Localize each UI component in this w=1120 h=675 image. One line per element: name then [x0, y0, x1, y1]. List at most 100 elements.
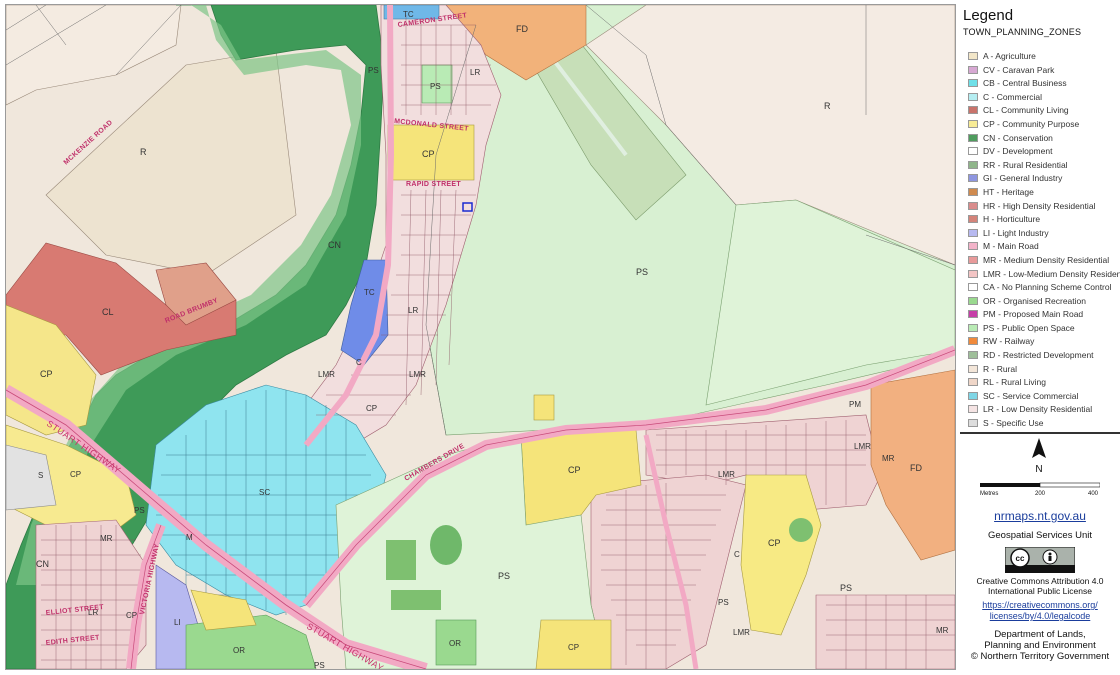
zone-label: TC — [403, 10, 414, 19]
zone-label: PS — [636, 267, 648, 277]
legend-item: A - Agriculture — [968, 50, 1120, 64]
zone-label: LMR — [318, 370, 335, 379]
legend-label: LI - Light Industry — [983, 227, 1049, 238]
legend-swatch — [968, 79, 978, 88]
north-label: N — [1035, 464, 1042, 475]
legend-item: R - Rural — [968, 363, 1120, 377]
legend-label: PS - Public Open Space — [983, 322, 1075, 333]
zone-label: CP — [568, 643, 579, 652]
zone-label: PS — [498, 571, 510, 581]
legend-label: MR - Medium Density Residential — [983, 254, 1110, 265]
legend-swatch — [968, 255, 978, 264]
legend-swatch — [968, 337, 978, 346]
zone-label: MR — [882, 454, 895, 463]
source-link[interactable]: nrmaps.nt.gov.au — [960, 509, 1120, 523]
north-arrow-icon: N — [1032, 438, 1046, 475]
legend-label: CP - Community Purpose — [983, 118, 1080, 129]
legend-label: HR - High Density Residential — [983, 200, 1096, 211]
legend-subtitle: TOWN_PLANNING_ZONES — [963, 27, 1082, 37]
license-link[interactable]: https://creativecommons.org/ licenses/by… — [960, 600, 1120, 622]
legend-swatch — [968, 405, 978, 414]
legend-label: CB - Central Business — [983, 78, 1067, 89]
legend-title: Legend — [963, 7, 1014, 24]
zone-label: C — [356, 358, 362, 367]
legend-swatch — [968, 364, 978, 373]
zone-label: MR — [936, 626, 949, 635]
legend-item: GI - General Industry — [968, 172, 1120, 186]
legend-item: CP - Community Purpose — [968, 118, 1120, 132]
legend-item: HR - High Density Residential — [968, 200, 1120, 214]
legend-swatch — [968, 283, 978, 292]
zone-label: M — [186, 533, 193, 542]
legend-label: R - Rural — [983, 363, 1018, 374]
street-label: RAPID STREET — [406, 181, 461, 188]
zone-label: PS — [368, 66, 379, 75]
legend-item: CA - No Planning Scheme Control — [968, 281, 1120, 295]
department-text: Department of Lands, Planning and Enviro… — [984, 629, 1096, 651]
legend-item: HT - Heritage — [968, 186, 1120, 200]
legend-label: RW - Railway — [983, 336, 1035, 347]
legend-swatch — [968, 187, 978, 196]
legend-swatch — [968, 269, 978, 278]
legend-item: OR - Organised Recreation — [968, 295, 1120, 309]
legend-divider — [960, 432, 1120, 434]
legend-label: SC - Service Commercial — [983, 390, 1079, 401]
legend-swatch — [968, 160, 978, 169]
zone-label: R — [140, 147, 147, 157]
zone-label: OR — [233, 646, 245, 655]
legend-swatch — [968, 147, 978, 156]
zone-label: LMR — [409, 370, 426, 379]
legend-label: CL - Community Living — [983, 105, 1069, 116]
zone-label: PS — [314, 661, 325, 669]
zone-label: LI — [174, 618, 181, 627]
legend-item: RL - Rural Living — [968, 376, 1120, 390]
scale-bar: Metres 200 400 — [980, 482, 1100, 497]
zone-label: CN — [328, 240, 341, 250]
zone-label: OR — [449, 639, 461, 648]
legend-swatch — [968, 201, 978, 210]
legend-label: M - Main Road — [983, 241, 1039, 252]
legend-swatch — [968, 133, 978, 142]
zone-label: LMR — [733, 628, 750, 637]
zone-label: CL — [102, 307, 114, 317]
legend-item: LMR - Low-Medium Density Residential — [968, 268, 1120, 282]
legend-item: C - Commercial — [968, 91, 1120, 105]
legend-item: CN - Conservation — [968, 132, 1120, 146]
legend-swatch — [968, 228, 978, 237]
legend-label: OR - Organised Recreation — [983, 295, 1086, 306]
zone-label: FD — [516, 24, 528, 34]
zone-label: LR — [408, 306, 418, 315]
zone-label: SC — [259, 488, 270, 497]
zone-label: PS — [840, 583, 852, 593]
legend-swatch — [968, 52, 978, 60]
legend-label: HT - Heritage — [983, 186, 1034, 197]
creative-commons-badge: cc — [1005, 547, 1075, 573]
legend-label: CN - Conservation — [983, 132, 1053, 143]
legend-label: CA - No Planning Scheme Control — [983, 282, 1112, 293]
legend-label: DV - Development — [983, 146, 1053, 157]
legend-item: DV - Development — [968, 145, 1120, 159]
zone-label: PS — [718, 598, 729, 607]
legend-swatch — [968, 419, 978, 428]
legend-item: CB - Central Business — [968, 77, 1120, 91]
legend-label: S - Specific Use — [983, 418, 1044, 429]
zone-label: CP — [568, 465, 581, 475]
legend-item: PM - Proposed Main Road — [968, 308, 1120, 322]
zone-label: MR — [100, 534, 113, 543]
legend-item: M - Main Road — [968, 240, 1120, 254]
legend-item: RR - Rural Residential — [968, 159, 1120, 173]
unit-label: Geospatial Services Unit — [987, 530, 1093, 541]
zone-label: CP — [366, 404, 377, 413]
legend-label: LR - Low Density Residential — [983, 404, 1093, 415]
oval-field — [789, 518, 813, 542]
legend-swatch — [968, 119, 978, 128]
zoning-map: FD R TC PS PS LR R CP CN CL TC LR PS C L… — [6, 5, 955, 669]
zone-label: LMR — [854, 442, 871, 451]
zone-label: CP — [70, 470, 81, 479]
legend-panel: Legend TOWN_PLANNING_ZONES A - Agricultu… — [960, 4, 1120, 668]
map-canvas[interactable]: FD R TC PS PS LR R CP CN CL TC LR PS C L… — [5, 4, 956, 670]
sport-field — [386, 540, 416, 580]
legend-item: SC - Service Commercial — [968, 390, 1120, 404]
legend-label: C - Commercial — [983, 91, 1043, 102]
legend-item: MR - Medium Density Residential — [968, 254, 1120, 268]
